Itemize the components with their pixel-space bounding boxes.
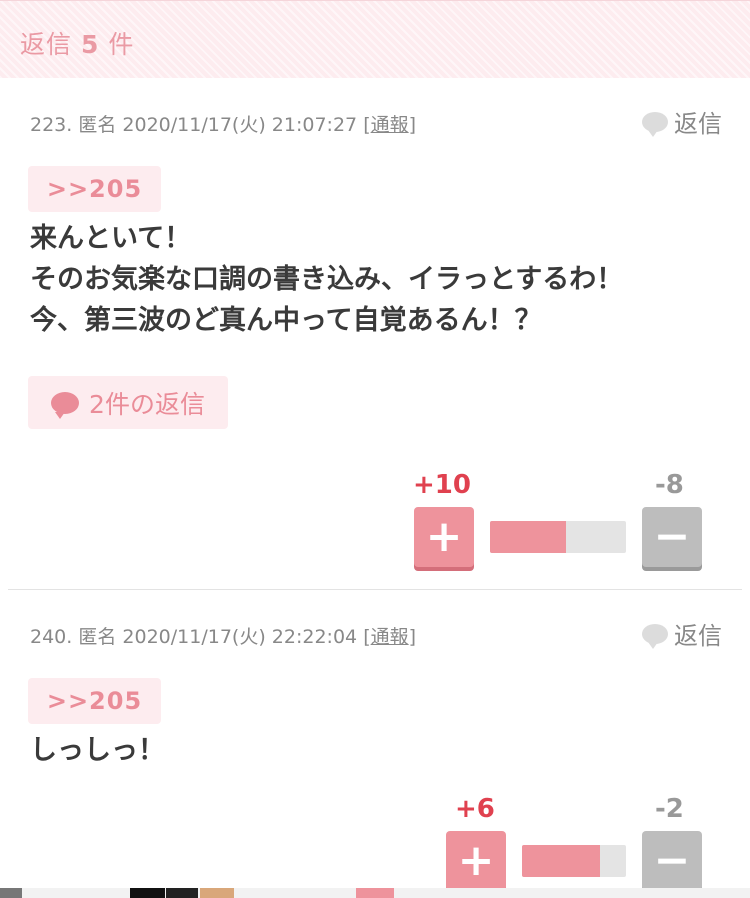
downvote-button[interactable]: − <box>642 507 702 567</box>
plus-icon: + <box>457 835 495 886</box>
reply-count-suffix: 件 <box>108 30 135 59</box>
plus-vote-count: +10 <box>413 470 471 500</box>
report-bracket-close: ] <box>408 626 417 648</box>
vote-ratio-bar <box>490 521 626 553</box>
comment-number: 240. <box>30 626 73 648</box>
speech-bubble-icon <box>51 391 80 419</box>
vote-ratio-bar <box>522 845 626 877</box>
reply-link-label: 返信 <box>674 110 722 138</box>
thumbnail-strip <box>0 888 750 898</box>
comment-datetime: 2020/11/17(火) 21:07:27 <box>122 114 358 136</box>
speech-bubble-icon <box>642 623 668 649</box>
upvote-button[interactable]: + <box>446 831 506 891</box>
report-bracket-open: [ <box>363 114 371 136</box>
view-replies-button[interactable]: 2件の返信 <box>28 376 228 429</box>
reply-thread-page: 返信 5 件 223. 匿名 2020/11/17(火) 21:07:27 [通… <box>0 0 750 898</box>
reply-count-header: 返信 5 件 <box>0 0 750 78</box>
report-bracket-open: [ <box>363 626 371 648</box>
thumbnail <box>200 888 234 898</box>
reply-count-title: 返信 5 件 <box>20 25 134 61</box>
speech-bubble-icon <box>642 111 668 137</box>
thumbnail <box>356 888 394 898</box>
downvote-button[interactable]: − <box>642 831 702 891</box>
reply-count-number: 5 <box>80 30 100 59</box>
comment-number: 223. <box>30 114 73 136</box>
comment-line: そのお気楽な口調の書き込み、イラっとするわ！ <box>30 264 624 295</box>
vote-ratio-fill <box>522 845 600 877</box>
comment-datetime: 2020/11/17(火) 22:22:04 <box>122 626 358 648</box>
minus-vote-count: -2 <box>655 794 684 824</box>
reply-link[interactable]: 返信 <box>642 104 722 139</box>
comment-line: しっしっ！ <box>30 735 165 766</box>
vote-ratio-fill <box>490 521 567 553</box>
comment-line: 来んといて！ <box>30 223 192 254</box>
report-bracket-close: ] <box>408 114 417 136</box>
minus-icon: − <box>653 835 691 886</box>
plus-vote-count: +6 <box>455 794 495 824</box>
report-link[interactable]: 通報 <box>371 114 409 136</box>
comment-meta: 240. 匿名 2020/11/17(火) 22:22:04 [通報] <box>30 622 416 649</box>
comment-body: 来んといて！ そのお気楽な口調の書き込み、イラっとするわ！ 今、第三波のど真ん中… <box>30 218 623 341</box>
anchor-link[interactable]: >>205 <box>28 678 161 724</box>
thumbnail <box>130 888 165 898</box>
report-link[interactable]: 通報 <box>371 626 409 648</box>
comment-author: 匿名 <box>78 626 117 648</box>
comment-author: 匿名 <box>78 114 117 136</box>
comment-meta: 223. 匿名 2020/11/17(火) 21:07:27 [通報] <box>30 110 416 137</box>
comment-line: 今、第三波のど真ん中って自覚あるん！？ <box>30 305 542 336</box>
reply-link[interactable]: 返信 <box>642 616 722 651</box>
minus-icon: − <box>653 511 691 562</box>
reply-link-label: 返信 <box>674 622 722 650</box>
plus-icon: + <box>425 511 463 562</box>
reply-count-prefix: 返信 <box>20 30 73 59</box>
upvote-button[interactable]: + <box>414 507 474 567</box>
comment-divider <box>8 589 742 590</box>
comment-body: しっしっ！ <box>30 730 165 771</box>
minus-vote-count: -8 <box>655 470 684 500</box>
view-replies-label: 2件の返信 <box>89 389 205 419</box>
thumbnail <box>0 888 22 898</box>
thumbnail <box>166 888 198 898</box>
anchor-link[interactable]: >>205 <box>28 166 161 212</box>
